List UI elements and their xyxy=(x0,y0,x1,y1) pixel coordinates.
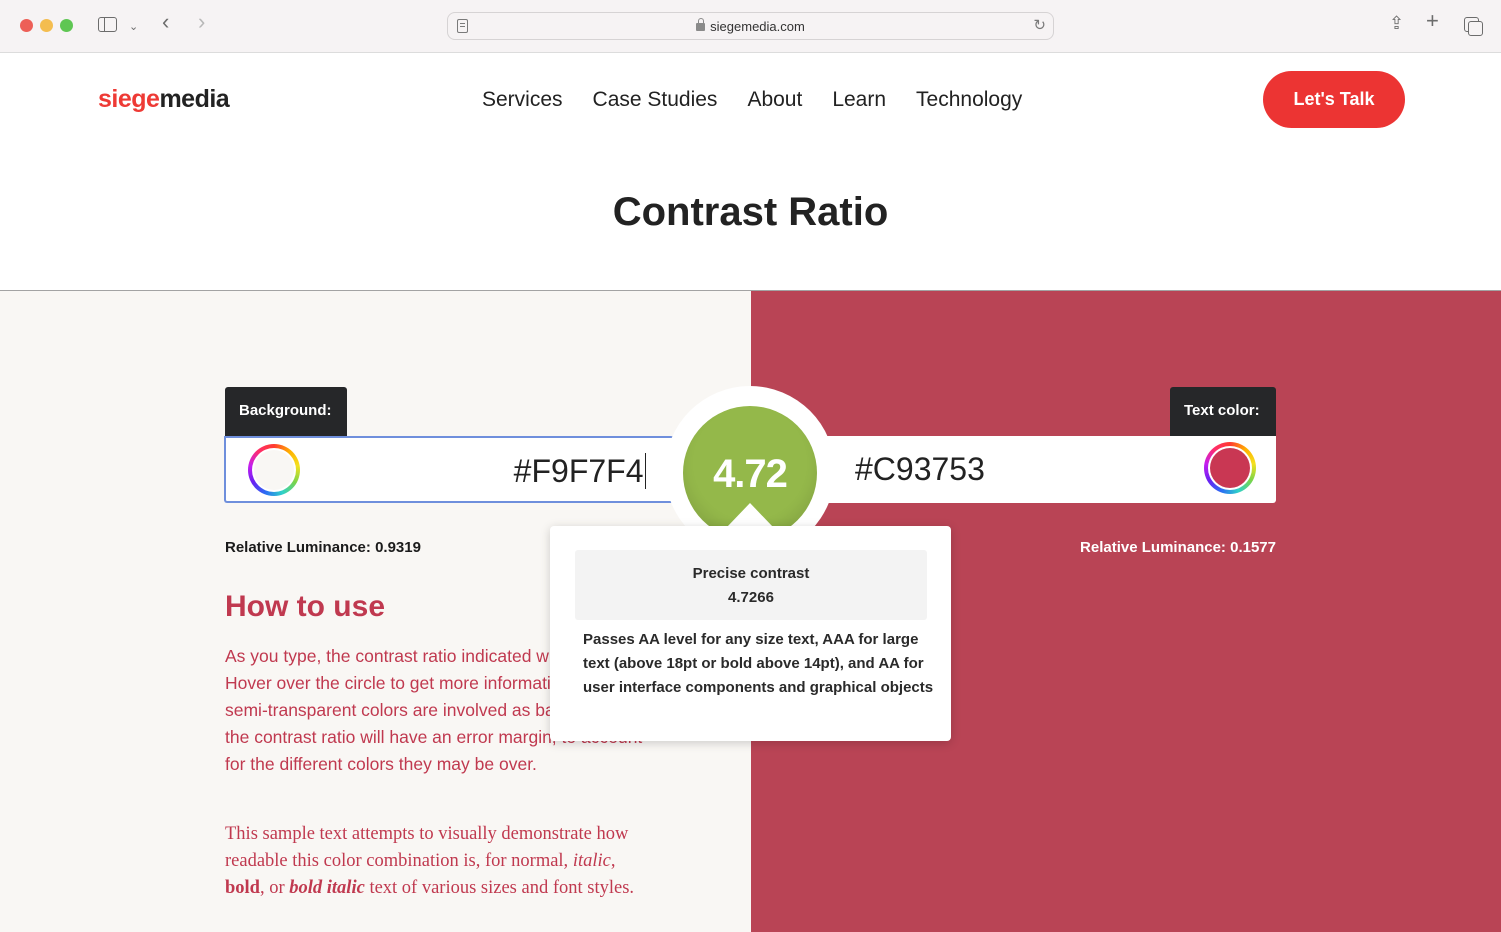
precise-contrast-title: Precise contrast xyxy=(692,565,810,582)
tooltip-arrow xyxy=(727,503,773,527)
color-wheel-icon[interactable] xyxy=(248,444,300,496)
contrast-description: Passes AA level for any size text, AAA f… xyxy=(583,631,934,696)
background-color-field[interactable]: #F9F7F4 xyxy=(224,436,674,503)
sample-text: This sample text attempts to visually de… xyxy=(225,824,635,898)
nav-case-studies[interactable]: Case Studies xyxy=(593,88,718,112)
share-icon[interactable]: ⇪ xyxy=(1389,12,1404,34)
contrast-ratio-value: 4.72 xyxy=(713,452,788,496)
back-icon[interactable]: ‹ xyxy=(162,11,169,33)
lock-icon xyxy=(696,18,706,31)
precise-contrast-box: Precise contrast 4.7266 xyxy=(575,550,927,620)
tabs-overview-icon[interactable] xyxy=(1464,17,1483,36)
close-window-button[interactable] xyxy=(20,19,33,32)
minimize-window-button[interactable] xyxy=(40,19,53,32)
color-wheel-icon[interactable] xyxy=(1204,442,1256,494)
siegemedia-logo[interactable]: siegemedia xyxy=(98,85,230,114)
text-color-hex-input[interactable]: #C93753 xyxy=(855,451,1155,488)
text-color-luminance: Relative Luminance: 0.1577 xyxy=(1080,539,1276,556)
background-hex-input[interactable]: #F9F7F4 xyxy=(346,453,646,490)
background-luminance-value: 0.9319 xyxy=(375,539,421,556)
background-label: Background: xyxy=(225,387,347,437)
browser-toolbar: ⌄ ‹ › siegemedia.com ↻ ⇪ + xyxy=(0,0,1501,53)
contrast-tooltip: Precise contrast 4.7266 Passes AA level … xyxy=(550,526,951,741)
lets-talk-button[interactable]: Let's Talk xyxy=(1263,71,1405,128)
text-color-label: Text color: xyxy=(1170,387,1276,437)
nav-about[interactable]: About xyxy=(747,88,802,112)
zoom-window-button[interactable] xyxy=(60,19,73,32)
sidebar-icon[interactable] xyxy=(98,17,117,32)
text-color-luminance-value: 0.1577 xyxy=(1230,539,1276,556)
chevron-down-icon[interactable]: ⌄ xyxy=(129,16,138,38)
address-bar[interactable]: siegemedia.com ↻ xyxy=(447,12,1054,40)
how-to-use-heading: How to use xyxy=(225,590,386,623)
nav-services[interactable]: Services xyxy=(482,88,563,112)
page-title: Contrast Ratio xyxy=(612,190,889,234)
text-color-field[interactable]: #C93753 xyxy=(800,436,1276,503)
reload-icon[interactable]: ↻ xyxy=(1033,16,1046,34)
url-text: siegemedia.com xyxy=(710,19,805,34)
forward-icon[interactable]: › xyxy=(198,11,205,33)
main-nav: Services Case Studies About Learn Techno… xyxy=(482,88,1022,112)
precise-contrast-value: 4.7266 xyxy=(728,589,774,606)
nav-technology[interactable]: Technology xyxy=(916,88,1022,112)
site-header: siegemedia Services Case Studies About L… xyxy=(0,53,1501,148)
nav-learn[interactable]: Learn xyxy=(832,88,886,112)
new-tab-icon[interactable]: + xyxy=(1426,10,1439,32)
background-luminance: Relative Luminance: 0.9319 xyxy=(225,539,421,556)
